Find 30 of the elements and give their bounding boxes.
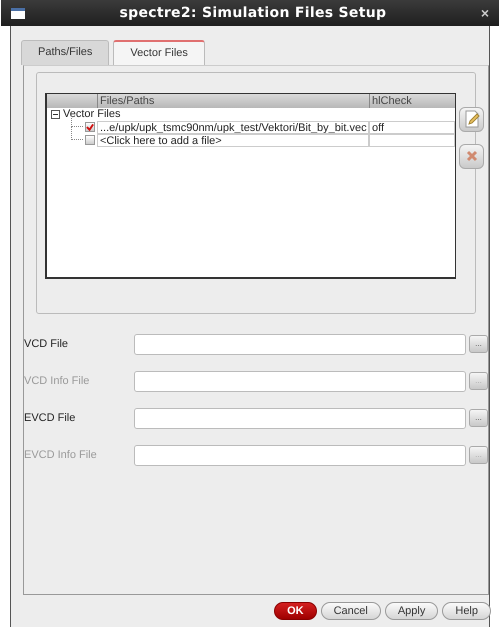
close-icon — [466, 150, 478, 162]
edit-button[interactable] — [459, 106, 484, 132]
window-icon — [11, 8, 25, 18]
tree-node-label: Vector Files — [63, 108, 120, 120]
table-cell: ...e/upk/upk_tsmc90nm/upk_test/Vektori/Bit_by_bit.vec — [97, 120, 369, 134]
checkbox[interactable] — [85, 135, 95, 145]
table-cell: off — [369, 120, 455, 134]
checkbox[interactable] — [85, 122, 95, 132]
collapse-icon[interactable] — [51, 110, 60, 118]
field-label: EVCD Info File — [24, 448, 98, 463]
field-label: EVCD File — [24, 410, 76, 426]
field-label: VCD File — [24, 336, 70, 352]
delete-button[interactable] — [459, 144, 484, 168]
column-header: Files/Paths — [97, 94, 369, 108]
edit-icon — [464, 110, 480, 128]
window-title: spectre2: Simulation Files Setup — [118, 4, 388, 22]
table-cell: <Click here to add a file> — [97, 134, 369, 146]
browse-button[interactable]: ... — [469, 409, 488, 427]
tab[interactable]: Vector Files — [113, 40, 205, 64]
dialog-button[interactable]: OK — [274, 602, 317, 620]
dialog-button[interactable]: Apply — [384, 602, 438, 620]
browse-button[interactable]: ... — [469, 335, 488, 353]
dialog-button[interactable]: Cancel — [320, 602, 381, 620]
input-field[interactable] — [134, 408, 466, 428]
column-header: hlCheck — [369, 94, 455, 108]
input-field[interactable] — [134, 334, 466, 354]
close-button[interactable]: × — [480, 2, 489, 24]
tab[interactable]: Paths/Files — [21, 40, 110, 64]
field-label: VCD Info File — [24, 374, 90, 389]
dialog-button[interactable]: Help — [442, 602, 491, 620]
